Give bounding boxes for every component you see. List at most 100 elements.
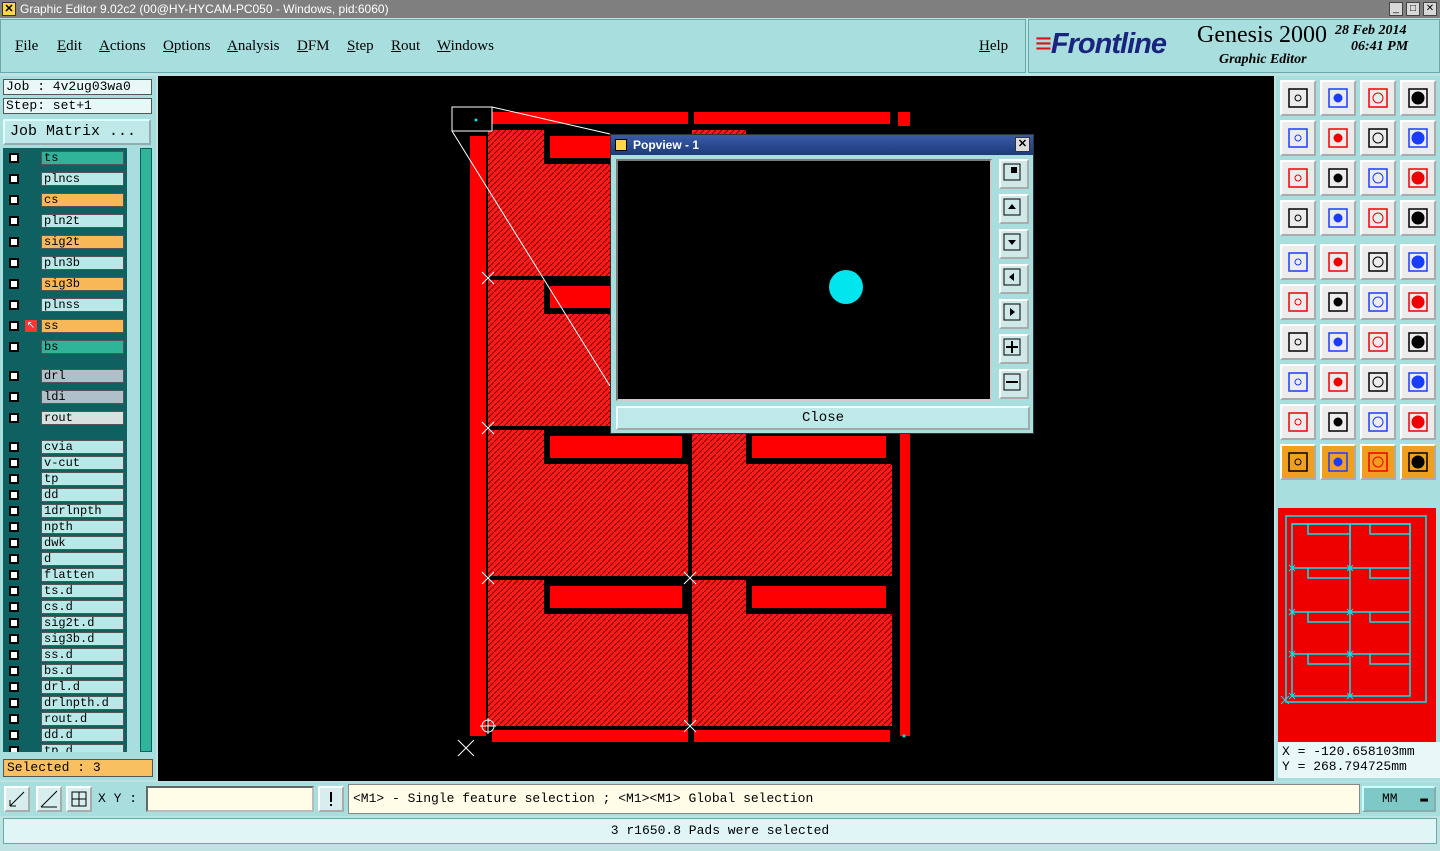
layer-row[interactable]: drlnpth.d [3, 696, 127, 710]
layer-row[interactable]: ldi [3, 390, 127, 404]
layer-row[interactable]: dwk [3, 536, 127, 550]
measure-mode-icon[interactable] [36, 786, 62, 812]
layer-row[interactable]: dd.d [3, 728, 127, 742]
layer-name[interactable]: plnss [41, 298, 124, 312]
menu-actions[interactable]: Actions [99, 38, 146, 55]
triangle-c-button[interactable] [1360, 404, 1396, 440]
snap-mode-icon[interactable] [4, 786, 30, 812]
popview-zoom-home-button[interactable] [999, 159, 1029, 189]
popview-zoom-in-button[interactable] [999, 334, 1029, 364]
layer-row[interactable]: pln2t [3, 214, 127, 228]
layer-name[interactable]: tp [41, 472, 124, 486]
zoom-fit-button[interactable] [1280, 160, 1316, 196]
triangle-d-button[interactable] [1400, 404, 1436, 440]
edit-tools-button[interactable] [1280, 200, 1316, 236]
grid-snap-icon[interactable] [66, 786, 92, 812]
popview-pan-down-button[interactable] [999, 229, 1029, 259]
popview-close-icon[interactable]: ✕ [1015, 137, 1030, 152]
layer-name[interactable]: d [41, 552, 124, 566]
layer-display-checkbox[interactable] [9, 682, 19, 692]
layer-row[interactable]: rout.d [3, 712, 127, 726]
layer-name[interactable]: plncs [41, 172, 124, 186]
layer-name[interactable]: v-cut [41, 456, 124, 470]
triangle-b-button[interactable] [1320, 404, 1356, 440]
layer-name[interactable]: ldi [41, 390, 124, 404]
arc-button[interactable] [1360, 324, 1396, 360]
layer-display-checkbox[interactable] [9, 442, 19, 452]
layer-row[interactable]: dd [3, 488, 127, 502]
layer-name[interactable]: sig3b [41, 277, 124, 291]
redo-button[interactable] [1400, 120, 1436, 156]
layer-display-checkbox[interactable] [9, 321, 19, 331]
minimize-button[interactable]: _ [1389, 2, 1403, 16]
layer-display-checkbox[interactable] [9, 258, 19, 268]
layer-row[interactable]: cs.d [3, 600, 127, 614]
layer-name[interactable]: bs [41, 340, 124, 354]
net-tools-button[interactable] [1360, 200, 1396, 236]
layer-display-checkbox[interactable] [9, 195, 19, 205]
layer-display-checkbox[interactable] [9, 216, 19, 226]
layer-list-scrollbar[interactable] [140, 148, 152, 752]
route-select-button[interactable] [1400, 444, 1436, 480]
layer-name[interactable]: cvia [41, 440, 124, 454]
layer-name[interactable]: bs.d [41, 664, 124, 678]
menu-options[interactable]: Options [163, 38, 211, 55]
layer-display-checkbox[interactable] [9, 538, 19, 548]
layer-display-checkbox[interactable] [9, 237, 19, 247]
xy-input[interactable] [146, 786, 314, 812]
layer-display-checkbox[interactable] [9, 634, 19, 644]
scale-1-2-button[interactable] [1360, 160, 1396, 196]
layer-name[interactable]: dd [41, 488, 124, 502]
layer-display-checkbox[interactable] [9, 392, 19, 402]
layer-row[interactable]: rout [3, 411, 127, 425]
layer-name[interactable]: ss [41, 319, 124, 333]
zoom-center-button[interactable] [1320, 160, 1356, 196]
menu-file[interactable]: File [15, 38, 38, 55]
undo-button[interactable] [1360, 120, 1396, 156]
layer-name[interactable]: 1drlnpth [41, 504, 124, 518]
minus-button[interactable] [1320, 364, 1356, 400]
popview-viewport[interactable] [616, 159, 992, 401]
shape-button[interactable] [1400, 364, 1436, 400]
layer-display-checkbox[interactable] [9, 490, 19, 500]
layer-name[interactable]: rout.d [41, 712, 124, 726]
layer-display-checkbox[interactable] [9, 618, 19, 628]
layer-row[interactable]: cvia [3, 440, 127, 454]
units-selector[interactable]: MM ▬ [1362, 786, 1436, 812]
move-button[interactable] [1360, 284, 1396, 320]
angle-button[interactable] [1280, 324, 1316, 360]
layer-name[interactable]: cs [41, 193, 124, 207]
layer-name[interactable]: drl.d [41, 680, 124, 694]
query-button[interactable] [1400, 160, 1436, 196]
layer-name[interactable]: drlnpth.d [41, 696, 124, 710]
layer-name[interactable]: npth [41, 520, 124, 534]
job-matrix-button[interactable]: Job Matrix ... [3, 119, 151, 145]
layer-name[interactable]: ts.d [41, 584, 124, 598]
menu-help[interactable]: Help [979, 38, 1008, 55]
layer-row[interactable]: plnss [3, 298, 127, 312]
layer-name[interactable]: sig2t [41, 235, 124, 249]
layer-row[interactable]: drl.d [3, 680, 127, 694]
layer-display-checkbox[interactable] [9, 714, 19, 724]
layer-row[interactable]: cs [3, 193, 127, 207]
copy-pad-button[interactable] [1280, 364, 1316, 400]
save-job-button[interactable] [1320, 80, 1356, 116]
layer-display-checkbox[interactable] [9, 586, 19, 596]
layer-row[interactable]: ts [3, 151, 127, 165]
layer-row[interactable]: plncs [3, 172, 127, 186]
mirror-button[interactable] [1400, 324, 1436, 360]
menu-step[interactable]: Step [347, 38, 374, 55]
layer-display-checkbox[interactable] [9, 153, 19, 163]
select-pad-button[interactable] [1400, 244, 1436, 280]
layer-display-checkbox[interactable] [9, 554, 19, 564]
layer-name[interactable]: sig2t.d [41, 616, 124, 630]
add-line-button[interactable] [1320, 244, 1356, 280]
layer-display-checkbox[interactable] [9, 698, 19, 708]
add-pad-button[interactable] [1280, 244, 1316, 280]
layer-name[interactable]: dd.d [41, 728, 124, 742]
move-to-button[interactable] [1400, 284, 1436, 320]
grid-align-button[interactable] [1360, 364, 1396, 400]
layer-display-checkbox[interactable] [9, 174, 19, 184]
popview-pan-left-button[interactable] [999, 264, 1029, 294]
close-window-button[interactable]: ✕ [1423, 2, 1437, 16]
